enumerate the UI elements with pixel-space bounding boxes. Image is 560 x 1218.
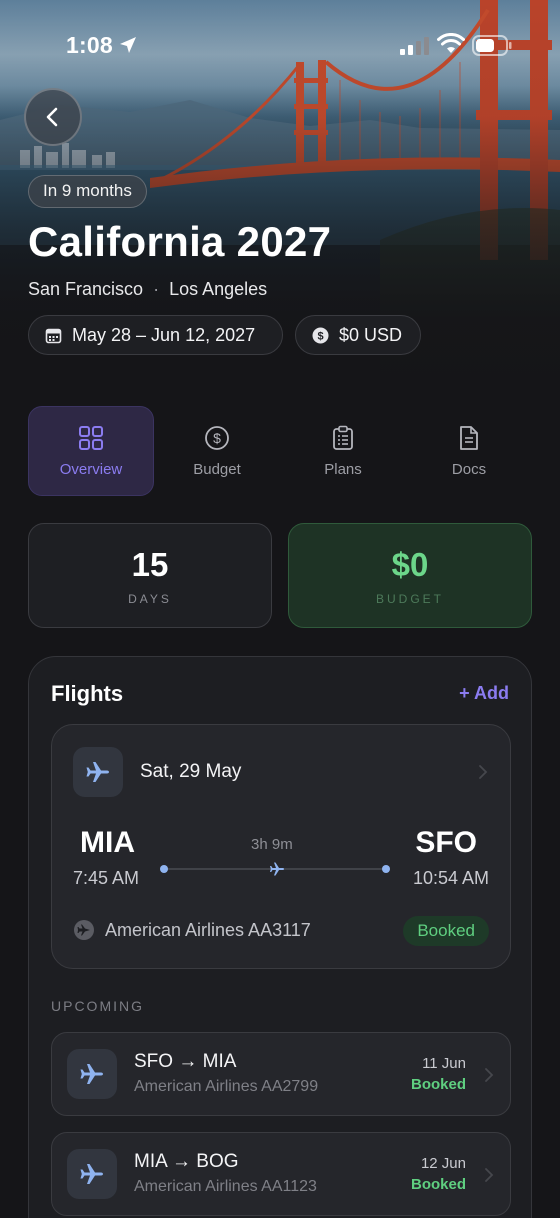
tab-label: Plans bbox=[324, 460, 362, 478]
airline-flight-number: American Airlines AA3117 bbox=[105, 919, 311, 940]
location-arrow-icon bbox=[120, 37, 136, 53]
wifi-icon bbox=[437, 33, 465, 53]
status-time: 1:08 bbox=[66, 32, 113, 58]
origin-airport-code: MIA bbox=[80, 826, 135, 859]
flight-route: MIA → BOG bbox=[134, 1151, 239, 1172]
upcoming-section-label: UPCOMING bbox=[51, 998, 144, 1014]
airplane-icon bbox=[270, 862, 284, 876]
airline-info: American Airlines AA3117 bbox=[73, 919, 311, 941]
budget-value: $0 bbox=[391, 545, 429, 583]
back-button[interactable] bbox=[24, 88, 82, 146]
dollar-circle-icon: $ bbox=[205, 425, 229, 450]
budget-stat-card[interactable]: $0 BUDGET bbox=[288, 523, 532, 628]
plane-icon-box bbox=[67, 1149, 117, 1199]
days-stat-card: 15 DAYS bbox=[28, 523, 272, 628]
plane-icon-box bbox=[67, 1049, 117, 1099]
document-icon bbox=[460, 425, 478, 450]
battery-icon bbox=[472, 35, 512, 56]
calendar-icon bbox=[45, 328, 62, 343]
airline-flight-number: American Airlines AA1123 bbox=[134, 1178, 317, 1195]
city-name: Los Angeles bbox=[169, 279, 268, 299]
city-name: San Francisco bbox=[28, 279, 144, 299]
tab-plans[interactable]: Plans bbox=[280, 406, 406, 496]
flights-card: Flights + Add Sat, 29 May MIA 7:45 AM 3h… bbox=[28, 656, 532, 1218]
add-flight-button[interactable]: + Add bbox=[459, 683, 509, 704]
trip-budget-pill[interactable]: $ $0 USD bbox=[295, 315, 421, 355]
departure-time: 7:45 AM bbox=[73, 868, 140, 888]
dollar-coin-icon: $ bbox=[312, 327, 329, 343]
flight-date: Sat, 29 May bbox=[140, 761, 242, 782]
featured-flight-card[interactable]: Sat, 29 May MIA 7:45 AM 3h 9m SFO 10:54 … bbox=[51, 724, 511, 969]
status-badge: Booked bbox=[410, 1176, 466, 1193]
svg-text:$: $ bbox=[317, 330, 323, 342]
trip-dates: May 28 – Jun 12, 2027 bbox=[72, 324, 256, 345]
flights-title: Flights bbox=[51, 681, 124, 706]
airline-logo-icon bbox=[74, 920, 94, 940]
chevron-left-icon bbox=[46, 107, 58, 127]
trip-dates-pill[interactable]: May 28 – Jun 12, 2027 bbox=[28, 315, 283, 355]
destination-airport-code: SFO bbox=[415, 826, 477, 859]
trip-cities: San Francisco · Los Angeles bbox=[28, 279, 267, 300]
status-badge: Booked bbox=[410, 1076, 466, 1093]
days-value: 15 bbox=[131, 545, 169, 583]
trip-title: California 2027 bbox=[28, 218, 332, 265]
plane-icon-box bbox=[73, 747, 123, 797]
arrival-time: 10:54 AM bbox=[412, 868, 489, 888]
tab-label: Overview bbox=[59, 460, 123, 478]
tab-overview[interactable]: Overview bbox=[28, 406, 154, 496]
tab-label: Docs bbox=[451, 460, 487, 478]
airplane-icon bbox=[86, 762, 109, 782]
section-tabs: Overview $ Budget Plans Docs bbox=[28, 406, 532, 496]
airplane-icon bbox=[80, 1064, 103, 1084]
svg-text:$: $ bbox=[213, 430, 221, 446]
flight-date: 12 Jun bbox=[420, 1155, 466, 1172]
cellular-signal-icon bbox=[400, 37, 429, 55]
tab-label: Budget bbox=[193, 460, 241, 478]
airline-flight-number: American Airlines AA2799 bbox=[134, 1078, 319, 1095]
countdown-badge: In 9 months bbox=[28, 175, 147, 208]
flight-route: SFO → MIA bbox=[134, 1051, 237, 1072]
status-bar: 1:08 bbox=[0, 0, 560, 92]
city-separator: · bbox=[153, 279, 160, 299]
tab-budget[interactable]: $ Budget bbox=[154, 406, 280, 496]
budget-label: BUDGET bbox=[375, 591, 444, 606]
tab-docs[interactable]: Docs bbox=[406, 406, 532, 496]
grid-icon bbox=[79, 425, 103, 450]
upcoming-flight-row[interactable]: SFO → MIA American Airlines AA2799 11 Ju… bbox=[51, 1032, 511, 1116]
chevron-right-icon bbox=[485, 1168, 494, 1182]
route-line-graphic bbox=[160, 862, 390, 876]
flight-duration: 3h 9m bbox=[251, 836, 293, 853]
days-label: DAYS bbox=[128, 591, 172, 606]
airplane-icon bbox=[80, 1164, 103, 1184]
chevron-right-icon bbox=[485, 1068, 494, 1082]
status-badge: Booked bbox=[403, 916, 489, 946]
flight-date: 11 Jun bbox=[422, 1055, 466, 1072]
chevron-right-icon bbox=[479, 765, 488, 779]
clipboard-icon bbox=[333, 425, 353, 450]
upcoming-flight-row[interactable]: MIA → BOG American Airlines AA1123 12 Ju… bbox=[51, 1132, 511, 1216]
trip-budget: $0 USD bbox=[339, 324, 403, 345]
